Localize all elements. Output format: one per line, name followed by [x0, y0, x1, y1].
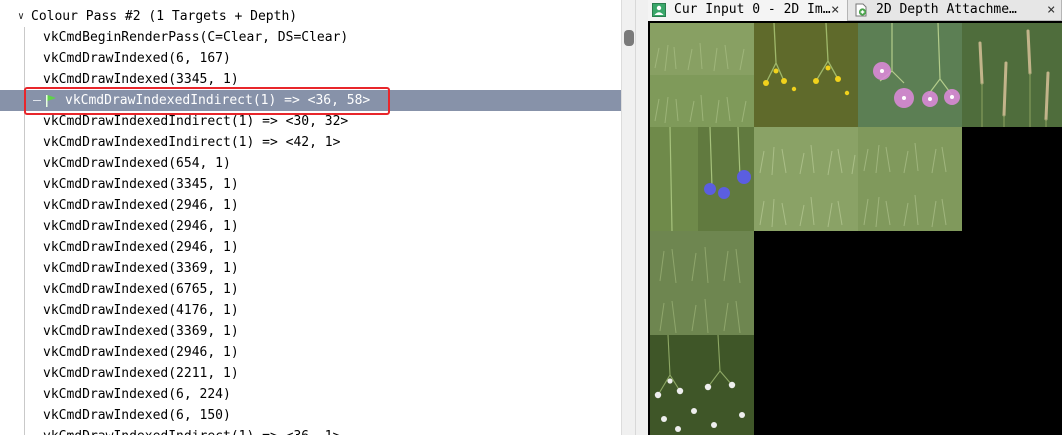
chevron-down-icon[interactable]: ∨ — [18, 6, 24, 27]
event-label: vkCmdDrawIndexed(3369, 1) — [43, 324, 239, 339]
tree-guide-line — [24, 216, 25, 237]
texture-tile-yellow-flowers — [754, 23, 858, 127]
event-label: vkCmdDrawIndexedIndirect(1) => <36, 58> — [65, 93, 371, 108]
event-label: vkCmdDrawIndexed(6, 224) — [43, 387, 231, 402]
tab-depth-attachment-label: 2D Depth Attachme… — [876, 2, 1017, 17]
texture-tile-grass — [650, 23, 754, 127]
texture-atlas-preview[interactable] — [648, 21, 1062, 435]
tree-guide-line — [24, 237, 25, 258]
event-label: vkCmdDrawIndexed(2211, 1) — [43, 366, 239, 381]
tree-guide-line — [24, 174, 25, 195]
texture-tile-grass — [754, 127, 858, 231]
event-label: vkCmdDrawIndexed(6, 167) — [43, 51, 231, 66]
depth-attachment-icon — [855, 3, 867, 17]
texture-tile-pink-flowers — [858, 23, 962, 127]
event-row[interactable]: vkCmdDrawIndexed(2211, 1) — [0, 363, 621, 384]
event-row[interactable]: vkCmdDrawIndexed(2946, 1) — [0, 342, 621, 363]
event-row[interactable]: vkCmdDrawIndexed(6765, 1) — [0, 279, 621, 300]
event-row[interactable]: vkCmdDrawIndexed(6, 167) — [0, 48, 621, 69]
tree-guide-line — [24, 27, 25, 48]
tree-guide-line — [24, 279, 25, 300]
event-label: vkCmdDrawIndexed(2946, 1) — [43, 198, 239, 213]
texture-tile-white-flowers — [650, 335, 754, 435]
event-row-selected[interactable]: vkCmdDrawIndexedIndirect(1) => <36, 58> — [0, 90, 621, 111]
tree-guide-line — [24, 153, 25, 174]
tree-guide-line — [24, 90, 25, 111]
event-row[interactable]: vkCmdDrawIndexed(2946, 1) — [0, 216, 621, 237]
tree-guide-line — [24, 426, 25, 435]
tree-guide-line — [24, 111, 25, 132]
event-row[interactable]: vkCmdDrawIndexed(2946, 1) — [0, 237, 621, 258]
event-label: vkCmdDrawIndexed(3345, 1) — [43, 177, 239, 192]
event-label: vkCmdDrawIndexed(6, 150) — [43, 408, 231, 423]
event-label: vkCmdDrawIndexed(2946, 1) — [43, 219, 239, 234]
event-label: vkCmdDrawIndexed(2946, 1) — [43, 345, 239, 360]
tab-close-icon[interactable]: × — [831, 0, 839, 20]
event-row[interactable]: vkCmdDrawIndexed(4176, 1) — [0, 300, 621, 321]
tree-guide-line — [24, 48, 25, 69]
event-label: vkCmdDrawIndexed(3369, 1) — [43, 261, 239, 276]
event-label: vkCmdDrawIndexed(6765, 1) — [43, 282, 239, 297]
texture-tab-bar: Cur Input 0 - 2D Im… × 2D Depth Attachme… — [648, 0, 1062, 21]
event-tree-scrollbar[interactable] — [621, 0, 635, 435]
event-row[interactable]: vkCmdDrawIndexedIndirect(1) => <36, 1> — [0, 426, 621, 435]
event-row[interactable]: vkCmdDrawIndexedIndirect(1) => <30, 32> — [0, 111, 621, 132]
tab-current-input[interactable]: Cur Input 0 - 2D Im… × — [648, 0, 848, 21]
texture-viewer: Cur Input 0 - 2D Im… × 2D Depth Attachme… — [648, 0, 1062, 435]
texture-tile-grass — [858, 127, 962, 231]
event-row[interactable]: vkCmdBeginRenderPass(C=Clear, DS=Clear) — [0, 27, 621, 48]
event-label: vkCmdDrawIndexed(654, 1) — [43, 156, 231, 171]
event-label: vkCmdDrawIndexed(2946, 1) — [43, 240, 239, 255]
tree-guide-line — [24, 363, 25, 384]
tree-guide-line — [24, 300, 25, 321]
tab-current-input-label: Cur Input 0 - 2D Im… — [674, 2, 831, 17]
event-tree-pass-row[interactable]: ∨ Colour Pass #2 (1 Targets + Depth) — [0, 6, 621, 27]
scrollbar-thumb[interactable] — [624, 30, 634, 46]
event-row[interactable]: vkCmdDrawIndexed(3345, 1) — [0, 174, 621, 195]
texture-tile-grass — [650, 231, 754, 335]
event-row[interactable]: vkCmdDrawIndexed(6, 224) — [0, 384, 621, 405]
event-label: vkCmdDrawIndexedIndirect(1) => <30, 32> — [43, 114, 349, 129]
tab-close-icon[interactable]: × — [1047, 0, 1055, 20]
event-row[interactable]: vkCmdDrawIndexed(654, 1) — [0, 153, 621, 174]
tree-guide-line — [24, 405, 25, 426]
event-row[interactable]: vkCmdDrawIndexed(3345, 1) — [0, 69, 621, 90]
tree-guide-line — [24, 384, 25, 405]
event-tree: ∨ Colour Pass #2 (1 Targets + Depth) vkCmd… — [0, 0, 621, 435]
tree-guide-line — [24, 69, 25, 90]
texture-tile-seed-stalks — [962, 23, 1062, 127]
pass-label: Colour Pass #2 (1 Targets + Depth) — [31, 9, 298, 24]
tree-guide-line — [24, 342, 25, 363]
tree-guide-line — [24, 132, 25, 153]
texture-tile-blue-flowers — [650, 127, 754, 231]
event-row[interactable]: vkCmdDrawIndexed(6, 150) — [0, 405, 621, 426]
event-row[interactable]: vkCmdDrawIndexed(2946, 1) — [0, 195, 621, 216]
event-label: vkCmdDrawIndexed(3345, 1) — [43, 72, 239, 87]
panel-splitter[interactable] — [635, 0, 648, 435]
tree-guide-line — [24, 258, 25, 279]
tree-branch-line — [33, 100, 41, 101]
event-row[interactable]: vkCmdDrawIndexed(3369, 1) — [0, 258, 621, 279]
event-label: vkCmdDrawIndexedIndirect(1) => <42, 1> — [43, 135, 341, 150]
bookmark-flag-icon — [46, 95, 56, 107]
event-row[interactable]: vkCmdDrawIndexed(3369, 1) — [0, 321, 621, 342]
tree-guide-line — [24, 321, 25, 342]
image-icon — [652, 3, 666, 17]
tree-guide-line — [24, 195, 25, 216]
event-label: vkCmdBeginRenderPass(C=Clear, DS=Clear) — [43, 30, 349, 45]
event-label: vkCmdDrawIndexed(4176, 1) — [43, 303, 239, 318]
event-row[interactable]: vkCmdDrawIndexedIndirect(1) => <42, 1> — [0, 132, 621, 153]
tab-depth-attachment[interactable]: 2D Depth Attachme… × — [850, 0, 1062, 21]
event-label: vkCmdDrawIndexedIndirect(1) => <36, 1> — [43, 426, 340, 435]
